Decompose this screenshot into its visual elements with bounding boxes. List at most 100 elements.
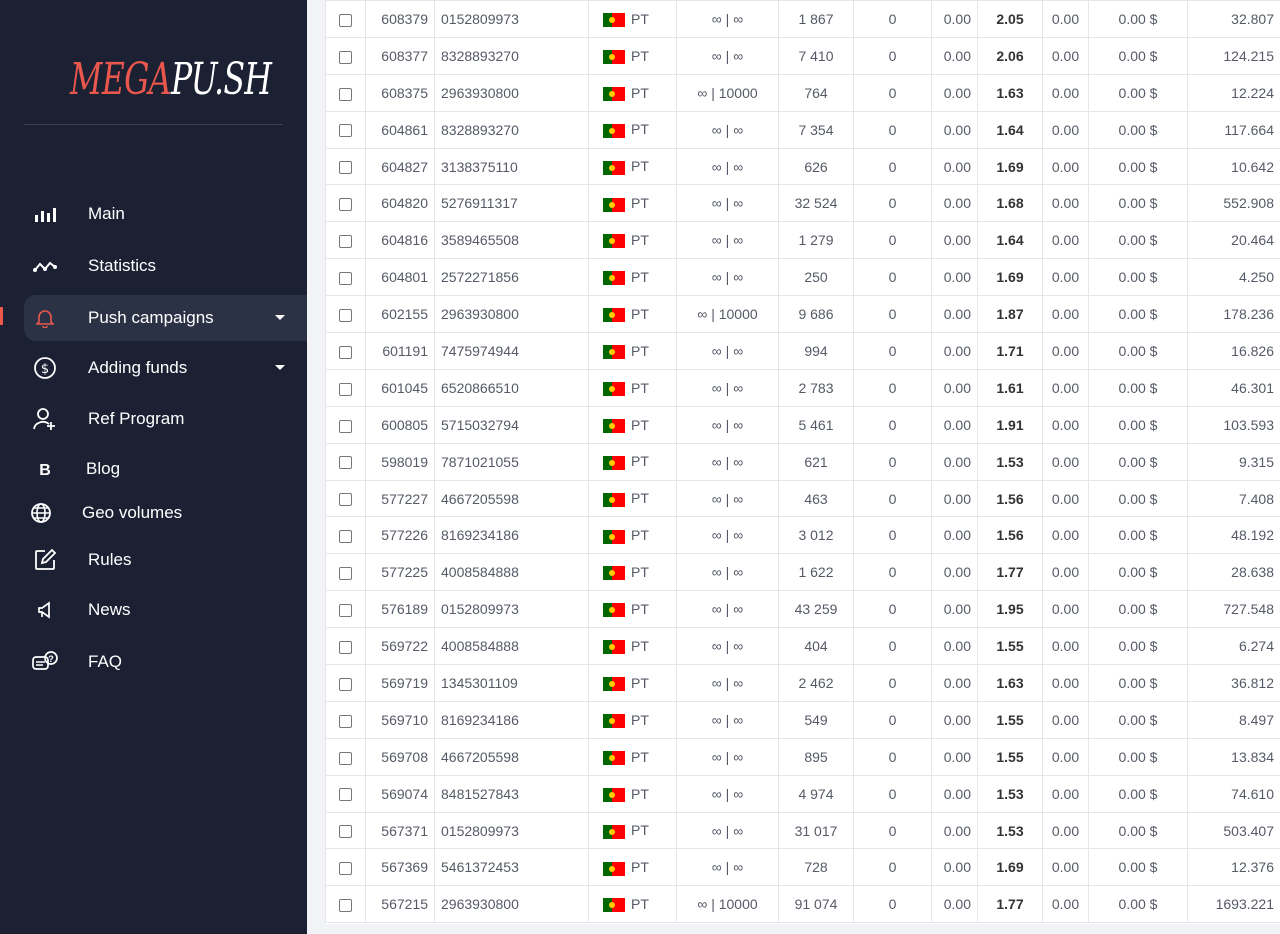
impressions-value: 728 [804,859,828,876]
table-row[interactable]: 608377 8328893270 PT ∞ | ∞ 7 410 0 0.00 2.06 0.0… [325,36,1280,75]
table-row[interactable]: 569722 4008584888 PT ∞ | ∞ 404 0 0.00 1.55 0.00 0… [325,627,1280,666]
row-checkbox[interactable] [339,345,352,359]
row-checkbox[interactable] [339,493,352,507]
clicks-value: 0 [888,711,897,728]
ctr-value: 0.00 [943,158,971,175]
table-row[interactable]: 608379 0152809973 PT ∞ | ∞ 1 867 0 0.00 2.05 0.0… [325,0,1280,38]
source-id-cell: 2963930800 [434,295,589,334]
logo-part-push: PU.SH [170,54,272,105]
table-row[interactable]: 569708 4667205598 PT ∞ | ∞ 895 0 0.00 1.55 0.00 0… [325,737,1280,776]
campaigns-table-body: 608379 0152809973 PT ∞ | ∞ 1 867 0 0.00 2.05 0.0… [325,0,1280,924]
nav-item-statistics[interactable]: Statistics [24,243,307,289]
geo-cell: PT [588,553,677,592]
row-checkbox[interactable] [339,603,352,617]
campaign-id-cell: 608375 [365,73,435,112]
revenue-cell: 0.00 $ [1088,332,1188,370]
campaign-id-cell: 569722 [365,627,435,666]
ctr-cell: 0.00 [931,295,978,334]
impressions-cell: 5 461 [778,405,854,444]
nav-item-blog[interactable]: B Blog [24,446,307,492]
conversions-cell: 0.00 [1042,737,1089,776]
row-checkbox[interactable] [339,271,352,285]
nav-item-ref-program[interactable]: Ref Program [24,396,307,442]
table-row[interactable]: 577226 8169234186 PT ∞ | ∞ 3 012 0 0.00 1.56 0.0… [325,516,1280,555]
row-checkbox[interactable] [339,862,352,876]
campaign-id-cell: 598019 [365,442,435,481]
revenue-cell: 0.00 $ [1088,73,1188,112]
row-checkbox[interactable] [339,640,352,654]
conversions-cell: 0.00 [1042,811,1089,850]
chevron-down-icon[interactable] [275,365,285,370]
table-row[interactable]: 569074 8481527843 PT ∞ | ∞ 4 974 0 0.00 1.53 0.0… [325,774,1280,813]
row-checkbox[interactable] [339,124,352,138]
limits-cell: ∞ | ∞ [676,553,779,592]
table-row[interactable]: 576189 0152809973 PT ∞ | ∞ 43 259 0 0.00 1.95 0.… [325,590,1280,629]
ctr-cell: 0.00 [931,405,978,444]
table-row[interactable]: 600805 5715032794 PT ∞ | ∞ 5 461 0 0.00 1.91 0.0… [325,405,1280,444]
nav-item-rules[interactable]: Rules [24,537,307,583]
row-checkbox[interactable] [339,751,352,765]
nav-item-main[interactable]: Main [24,191,307,237]
row-checkbox[interactable] [339,825,352,839]
source-id-cell: 2963930800 [434,885,589,924]
row-checkbox[interactable] [339,382,352,396]
clicks-value: 0 [888,379,897,396]
table-row[interactable]: 569710 8169234186 PT ∞ | ∞ 549 0 0.00 1.55 0.00 0… [325,700,1280,739]
limits-value: ∞ | ∞ [711,564,744,581]
nav-item-news[interactable]: News [24,587,307,633]
table-row[interactable]: 598019 7871021055 PT ∞ | ∞ 621 0 0.00 1.53 0.00 0… [325,442,1280,481]
geo-cell: PT [588,110,677,149]
row-checkbox[interactable] [339,161,352,175]
nav-item-faq[interactable]: ? FAQ [24,639,307,685]
row-checkbox[interactable] [339,677,352,691]
row-checkbox[interactable] [339,198,352,212]
row-checkbox[interactable] [339,308,352,322]
table-row[interactable]: 601045 6520866510 PT ∞ | ∞ 2 783 0 0.00 1.61 0.0… [325,368,1280,407]
table-row[interactable]: 577227 4667205598 PT ∞ | ∞ 463 0 0.00 1.56 0.00 0… [325,479,1280,518]
conversions-cell: 0.00 [1042,774,1089,813]
portugal-flag-icon [603,234,625,249]
nav-item-adding-funds[interactable]: $ Adding funds [24,345,307,391]
chevron-down-icon[interactable] [275,315,285,320]
row-checkbox[interactable] [339,235,352,249]
table-row[interactable]: 567215 2963930800 PT ∞ | 10000 91 074 0 0.00 1.… [325,885,1280,924]
limits-cell: ∞ | ∞ [676,848,779,887]
user-plus-icon [32,406,58,432]
spent-value: 6.274 [1238,638,1274,655]
row-checkbox[interactable] [339,788,352,802]
row-checkbox[interactable] [339,456,352,470]
source-id-cell: 5461372453 [434,848,589,887]
row-checkbox[interactable] [339,13,352,27]
nav-item-geo-volumes[interactable]: Geo volumes [24,490,307,536]
table-row[interactable]: 604827 3138375110 PT ∞ | ∞ 626 0 0.00 1.69 0.00 0… [325,147,1280,186]
row-checkbox[interactable] [339,567,352,581]
table-row[interactable]: 604801 2572271856 PT ∞ | ∞ 250 0 0.00 1.69 0.00 0… [325,258,1280,297]
table-row[interactable]: 577225 4008584888 PT ∞ | ∞ 1 622 0 0.00 1.77 0.0… [325,553,1280,592]
table-row[interactable]: 601191 7475974944 PT ∞ | ∞ 994 0 0.00 1.71 0.00 0… [325,332,1280,370]
megapush-logo[interactable]: MEGA PU.SH [70,24,272,102]
table-row[interactable]: 608375 2963930800 PT ∞ | 10000 764 0 0.00 1.63 0… [325,73,1280,112]
table-row[interactable]: 602155 2963930800 PT ∞ | 10000 9 686 0 0.00 1.8… [325,295,1280,334]
svg-text:$: $ [41,362,49,377]
geo-value: PT [631,269,649,286]
impressions-value: 7 410 [798,47,834,64]
table-row[interactable]: 604816 3589465508 PT ∞ | ∞ 1 279 0 0.00 1.64 0.0… [325,221,1280,260]
source-id-cell: 5276911317 [434,184,589,223]
row-checkbox[interactable] [339,419,352,433]
row-checkbox[interactable] [339,714,352,728]
nav-item-push-campaigns[interactable]: Push campaigns [24,295,307,341]
table-row[interactable]: 567371 0152809973 PT ∞ | ∞ 31 017 0 0.00 1.53 0.… [325,811,1280,850]
row-checkbox[interactable] [339,87,352,101]
table-row[interactable]: 604861 8328893270 PT ∞ | ∞ 7 354 0 0.00 1.64 0.0… [325,110,1280,149]
table-row[interactable]: 567369 5461372453 PT ∞ | ∞ 728 0 0.00 1.69 0.00 0… [325,848,1280,887]
campaign-id-value: 608377 [381,47,428,64]
table-row[interactable]: 569719 1345301109 PT ∞ | ∞ 2 462 0 0.00 1.63 0.0… [325,664,1280,702]
row-checkbox[interactable] [339,50,352,64]
table-row[interactable]: 604820 5276911317 PT ∞ | ∞ 32 524 0 0.00 1.68 0.… [325,184,1280,223]
row-checkbox[interactable] [339,530,352,544]
clicks-value: 0 [888,453,897,470]
cpc-value: 1.77 [996,564,1024,581]
clicks-cell: 0 [853,700,932,739]
ctr-value: 0.00 [943,10,971,27]
row-checkbox[interactable] [339,899,352,913]
